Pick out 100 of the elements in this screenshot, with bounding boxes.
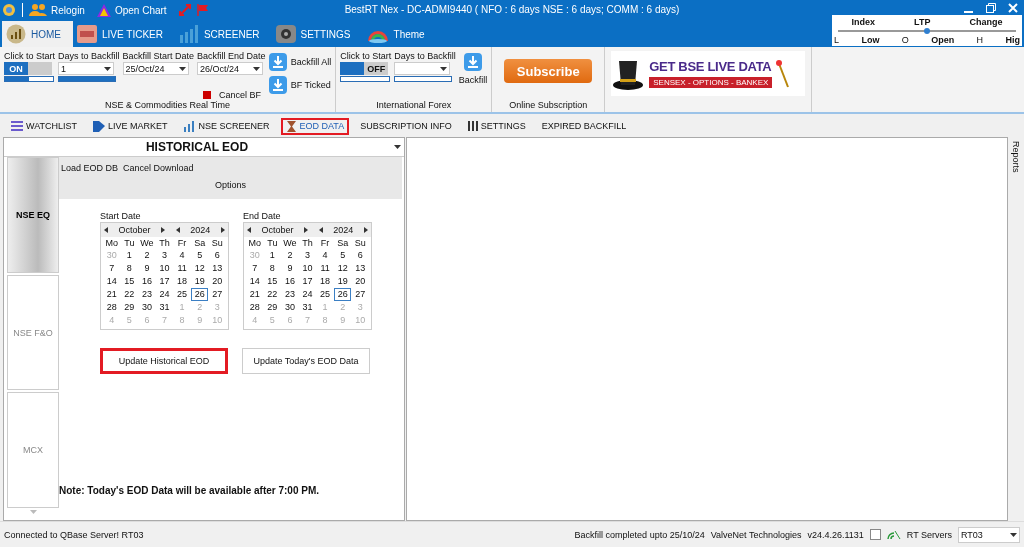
download-icon[interactable] (268, 53, 287, 71)
calendar-day[interactable]: 22 (263, 288, 282, 301)
backfill-button[interactable]: Backfill (458, 53, 488, 85)
calendar-day[interactable]: 16 (138, 275, 156, 288)
calendar-day[interactable]: 21 (246, 288, 264, 301)
main-tab[interactable]: HOME (2, 21, 73, 47)
calendar-day[interactable]: 1 (263, 249, 282, 262)
toolbar-button[interactable]: Relogin (29, 4, 85, 16)
calendar-day[interactable]: 20 (208, 275, 226, 288)
checkbox[interactable] (869, 529, 881, 540)
calendar-day[interactable]: 9 (281, 262, 299, 275)
calendar-day[interactable]: 9 (138, 262, 156, 275)
update-button[interactable]: Update Today's EOD Data (242, 348, 370, 374)
calendar-day[interactable]: 19 (190, 275, 209, 288)
calendar-day[interactable]: 28 (103, 301, 121, 314)
calendar-day[interactable]: 13 (208, 262, 226, 275)
sub-tab[interactable]: EXPIRED BACKFILL (536, 118, 632, 134)
backfill-button[interactable]: BF Ticked (268, 76, 332, 94)
left-arrow-icon[interactable] (247, 227, 251, 233)
slider-thumb[interactable] (924, 28, 930, 34)
exchange-tab[interactable]: NSE F&O (7, 274, 59, 391)
date-picker[interactable]: 26/Oct/24 (197, 62, 264, 75)
calendar-day[interactable]: 11 (173, 262, 191, 275)
calendar-day[interactable]: 23 (138, 288, 156, 301)
calendar-day[interactable]: 17 (298, 275, 317, 288)
left-arrow-icon[interactable] (318, 227, 323, 233)
right-arrow-icon[interactable] (363, 227, 368, 233)
server-dropdown[interactable]: RT03 (958, 526, 1020, 543)
calendar-day[interactable]: 30 (281, 301, 299, 314)
calendar-day[interactable]: 7 (246, 262, 264, 275)
calendar-day[interactable]: 29 (120, 301, 139, 314)
calendar-day[interactable]: 22 (120, 288, 139, 301)
main-tab[interactable]: LIVE TICKER (73, 21, 175, 47)
main-tab[interactable]: Theme (362, 21, 437, 47)
calendar-day[interactable]: 30 (138, 301, 156, 314)
calendar-day[interactable]: 23 (281, 288, 299, 301)
exchange-tab[interactable]: NSE EQ (7, 157, 59, 273)
calendar-day[interactable]: 7 (103, 262, 121, 275)
ad-banner[interactable]: GET BSE LIVE DATA SENSEX - OPTIONS - BANKEX (611, 51, 806, 96)
calendar-day[interactable]: 21 (103, 288, 121, 301)
backfill-button[interactable]: Backfill All (268, 53, 332, 71)
calendar-day[interactable]: 3 (298, 249, 317, 262)
calendar-day[interactable]: 27 (208, 288, 226, 301)
right-arrow-icon[interactable] (220, 227, 225, 233)
left-arrow-icon[interactable] (104, 227, 108, 233)
sub-tab[interactable]: EOD DATA (280, 117, 350, 135)
calendar-day[interactable]: 19 (333, 275, 352, 288)
calendar-day[interactable]: 1 (120, 249, 139, 262)
calendar-day[interactable]: 3 (155, 249, 174, 262)
cancel-button[interactable]: Cancel BF (197, 90, 266, 100)
calendar-day[interactable]: 28 (246, 301, 264, 314)
calendar-day[interactable]: 2 (138, 249, 156, 262)
sub-tab[interactable]: WATCHLIST (6, 118, 82, 134)
calendar-day[interactable]: 27 (351, 288, 369, 301)
menu-item[interactable]: Load EOD DB (61, 163, 119, 173)
calendar-day[interactable]: 13 (351, 262, 369, 275)
sub-tab[interactable]: SUBSCRIPTION INFO (355, 118, 457, 134)
calendar-day[interactable]: 31 (298, 301, 317, 314)
calendar-day[interactable]: 10 (155, 262, 174, 275)
exchange-tab[interactable]: MCX (7, 392, 59, 508)
right-arrow-icon[interactable] (161, 227, 166, 233)
calendar-day[interactable]: 17 (155, 275, 174, 288)
calendar-day[interactable]: 14 (103, 275, 121, 288)
calendar-day[interactable]: 6 (351, 249, 369, 262)
update-button[interactable]: Update Historical EOD (100, 348, 228, 374)
calendar-day[interactable]: 12 (333, 262, 352, 275)
calendar-day[interactable]: 8 (120, 262, 139, 275)
calendar-day[interactable]: 15 (120, 275, 139, 288)
main-tab[interactable]: SETTINGS (271, 21, 363, 47)
sub-tab[interactable]: NSE SCREENER (178, 117, 275, 135)
calendar-day[interactable]: 18 (316, 275, 334, 288)
calendar-day[interactable]: 5 (190, 249, 209, 262)
calendar-day[interactable]: 18 (173, 275, 191, 288)
days-dropdown[interactable]: 1 (58, 62, 114, 75)
calendar-day[interactable]: 6 (208, 249, 226, 262)
calendar-day[interactable]: 5 (333, 249, 352, 262)
right-arrow-icon[interactable] (304, 227, 309, 233)
date-picker[interactable]: 25/Oct/24 (122, 62, 189, 75)
calendar-day[interactable]: 11 (316, 262, 334, 275)
download-icon[interactable] (463, 53, 482, 71)
calendar-day[interactable]: 20 (351, 275, 369, 288)
calendar[interactable]: October 2024 Mo Tu We Th Fr Sa Su 30 1 2 3 4 5 6 7 8 9 10 11 12 13 14 15 16 17 18 19 20 21 22 23 24 25 26 27 28 29 30 31 1 2 3 4 5 6 7 8 9 10 (100, 222, 229, 330)
calendar-day[interactable]: 31 (155, 301, 174, 314)
calendar-day[interactable]: 10 (298, 262, 317, 275)
main-tab[interactable]: SCREENER (174, 21, 272, 47)
calendar-day[interactable]: 15 (263, 275, 282, 288)
calendar-day[interactable]: 26 (190, 288, 209, 301)
sub-tab[interactable]: LIVE MARKET (88, 117, 173, 135)
toolbar-button[interactable]: Open Chart (96, 3, 167, 17)
calendar-day[interactable]: 29 (263, 301, 282, 314)
calendar-day[interactable]: 4 (316, 249, 334, 262)
days-dropdown[interactable] (394, 62, 451, 75)
calendar-day[interactable]: 12 (190, 262, 209, 275)
menu-item[interactable]: Cancel Download (123, 163, 194, 173)
download-icon[interactable] (268, 76, 287, 94)
calendar-day[interactable]: 16 (281, 275, 299, 288)
calendar-day[interactable]: 4 (173, 249, 191, 262)
close-icon[interactable] (1008, 3, 1018, 13)
calendar-day[interactable]: 25 (316, 288, 334, 301)
calendar-day[interactable]: 14 (246, 275, 264, 288)
